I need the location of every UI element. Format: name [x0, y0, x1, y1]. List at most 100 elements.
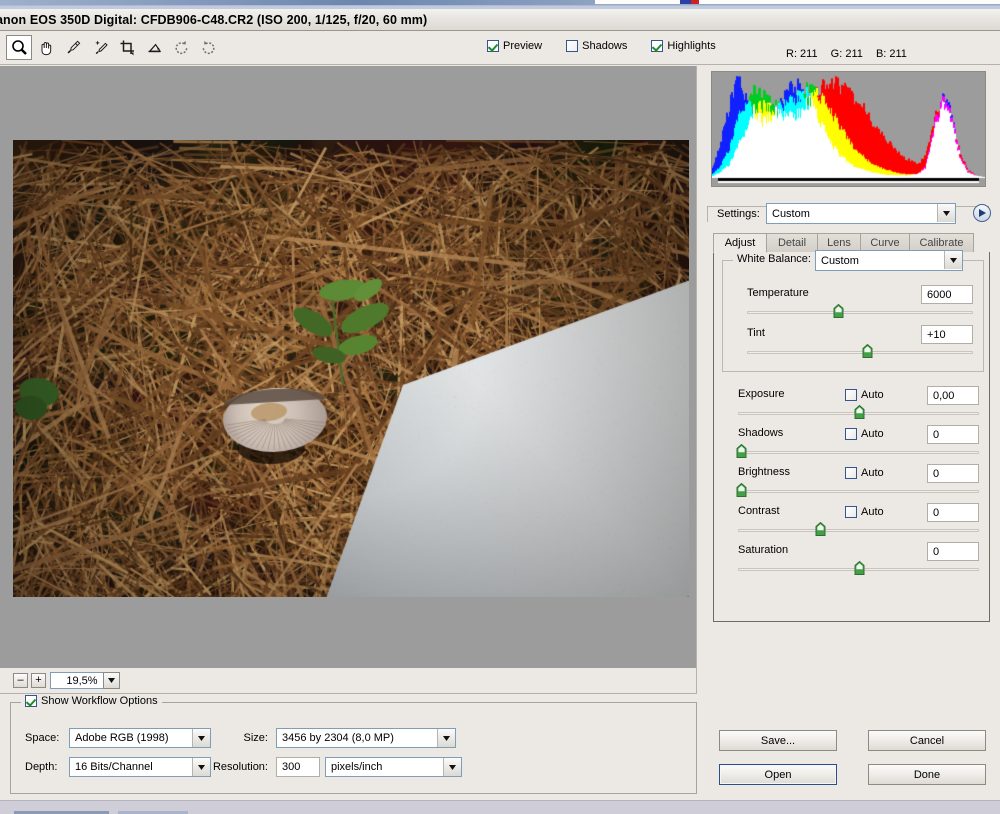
settings-label: Settings: — [717, 208, 760, 220]
resolution-row: Resolution: 300 pixels/inch — [211, 757, 462, 777]
contrast-auto-checkbox[interactable]: Auto — [845, 506, 884, 518]
open-button[interactable]: Open — [719, 764, 837, 785]
white-balance-value: Custom — [821, 254, 859, 267]
zoom-bar: – + 19,5% — [0, 668, 697, 694]
histogram-canvas — [712, 72, 985, 186]
os-strip-white-area — [595, 0, 1000, 4]
saturation-label: Saturation — [738, 544, 789, 556]
os-strip-gradient — [0, 0, 595, 5]
tool-group — [6, 35, 221, 60]
brightness-value[interactable]: 0 — [927, 464, 979, 483]
highlights-checkbox[interactable]: Highlights — [651, 40, 716, 52]
tab-detail[interactable]: Detail — [766, 233, 818, 252]
shadows-checkbox[interactable]: Shadows — [566, 40, 627, 52]
straighten-tool[interactable] — [141, 35, 167, 60]
exposure-auto-checkbox-box — [845, 389, 857, 401]
exposure-slider-track[interactable] — [738, 404, 979, 419]
saturation-slider-thumb[interactable] — [854, 560, 865, 575]
shadows-label: Shadows — [738, 427, 784, 439]
brightness-auto-checkbox[interactable]: Auto — [845, 467, 884, 479]
tint-slider-thumb[interactable] — [862, 343, 873, 358]
depth-label: Depth: — [25, 761, 58, 773]
rgb-readout: R: 211 G: 211 B: 211 — [786, 48, 917, 60]
title-bar: anon EOS 350D Digital: CFDB906-C48.CR2 (… — [0, 9, 1000, 31]
highlights-label: Highlights — [667, 40, 716, 52]
contrast-slider-track[interactable] — [738, 521, 979, 536]
temperature-label: Temperature — [747, 287, 809, 299]
resolution-input[interactable]: 300 — [276, 757, 320, 777]
color-sampler-tool[interactable] — [87, 35, 113, 60]
white-balance-select[interactable]: Custom — [815, 250, 963, 271]
shadows-auto-label: Auto — [861, 428, 884, 440]
saturation-slider-track[interactable] — [738, 560, 979, 575]
space-value: Adobe RGB (1998) — [75, 732, 169, 744]
preview-checkbox[interactable]: Preview — [487, 40, 542, 52]
histogram — [711, 71, 986, 187]
crop-tool[interactable] — [114, 35, 140, 60]
workflow-options-group: Show Workflow Options Space: Adobe RGB (… — [10, 695, 697, 794]
rotate-counterclockwise-tool[interactable] — [168, 35, 194, 60]
preview-checkbox-box — [487, 40, 499, 52]
temperature-value[interactable]: 6000 — [921, 285, 973, 304]
rotate-clockwise-tool[interactable] — [195, 35, 221, 60]
tint-slider-track[interactable] — [747, 343, 973, 358]
exposure-auto-label: Auto — [861, 389, 884, 401]
contrast-label: Contrast — [738, 505, 780, 517]
contrast-slider-thumb[interactable] — [815, 521, 826, 536]
adjust-panel: White Balance: Custom Temperature 6000 T… — [713, 250, 990, 622]
settings-select[interactable]: Custom — [766, 203, 956, 224]
size-select[interactable]: 3456 by 2304 (8,0 MP) — [276, 728, 456, 748]
saturation-value[interactable]: 0 — [927, 542, 979, 561]
exposure-value[interactable]: 0,00 — [927, 386, 979, 405]
space-label: Space: — [25, 732, 60, 744]
resolution-unit-select[interactable]: pixels/inch — [325, 757, 462, 777]
size-label: Size: — [243, 732, 268, 744]
chevron-down-icon — [192, 729, 210, 747]
zoom-tool[interactable] — [6, 35, 32, 60]
chevron-down-icon — [437, 729, 455, 747]
temperature-slider-thumb[interactable] — [833, 303, 844, 318]
exposure-auto-checkbox[interactable]: Auto — [845, 389, 884, 401]
shadows-auto-checkbox[interactable]: Auto — [845, 428, 884, 440]
depth-select[interactable]: 16 Bits/Channel — [69, 757, 211, 777]
chevron-down-icon — [944, 251, 962, 269]
contrast-value[interactable]: 0 — [927, 503, 979, 522]
preview-toggles: Preview Shadows Highlights — [487, 40, 740, 52]
brightness-slider-thumb[interactable] — [736, 482, 747, 497]
save-button[interactable]: Save... — [719, 730, 837, 751]
zoom-in-button[interactable]: + — [31, 673, 46, 688]
temperature-slider-track[interactable] — [747, 303, 973, 318]
chevron-down-icon — [192, 758, 210, 776]
size-row: Size: 3456 by 2304 (8,0 MP) — [233, 728, 456, 748]
white-balance-label: White Balance: — [733, 253, 815, 265]
shadows-auto-checkbox-box — [845, 428, 857, 440]
show-workflow-options-checkbox[interactable]: Show Workflow Options — [21, 695, 162, 707]
done-button[interactable]: Done — [868, 764, 986, 785]
settings-menu-button[interactable] — [973, 204, 991, 222]
settings-row: Settings: Custom — [713, 203, 991, 227]
hand-tool[interactable] — [33, 35, 59, 60]
shadows-slider-track[interactable] — [736, 443, 979, 458]
shadows-slider-thumb[interactable] — [736, 443, 747, 458]
photo-canvas — [13, 140, 689, 597]
rgb-readout-r: R: 211 — [786, 48, 818, 60]
image-viewer[interactable] — [0, 66, 697, 668]
cancel-button[interactable]: Cancel — [868, 730, 986, 751]
zoom-out-button[interactable]: – — [13, 673, 28, 688]
highlights-checkbox-box — [651, 40, 664, 52]
depth-row: Depth: 16 Bits/Channel — [25, 757, 211, 777]
white-balance-tool[interactable] — [60, 35, 86, 60]
brightness-slider-track[interactable] — [736, 482, 979, 497]
photo-preview[interactable] — [13, 140, 689, 597]
contrast-auto-label: Auto — [861, 506, 884, 518]
shadows-checkbox-box — [566, 40, 579, 52]
rgb-readout-b: B: 211 — [875, 48, 907, 60]
zoom-level-dropdown[interactable] — [103, 672, 120, 689]
exposure-slider-thumb[interactable] — [854, 404, 865, 419]
shadows-value[interactable]: 0 — [927, 425, 979, 444]
space-select[interactable]: Adobe RGB (1998) — [69, 728, 211, 748]
tint-value[interactable]: +10 — [921, 325, 973, 344]
chevron-down-icon — [443, 758, 461, 776]
tab-adjust[interactable]: Adjust — [713, 233, 767, 253]
size-value: 3456 by 2304 (8,0 MP) — [282, 732, 394, 744]
